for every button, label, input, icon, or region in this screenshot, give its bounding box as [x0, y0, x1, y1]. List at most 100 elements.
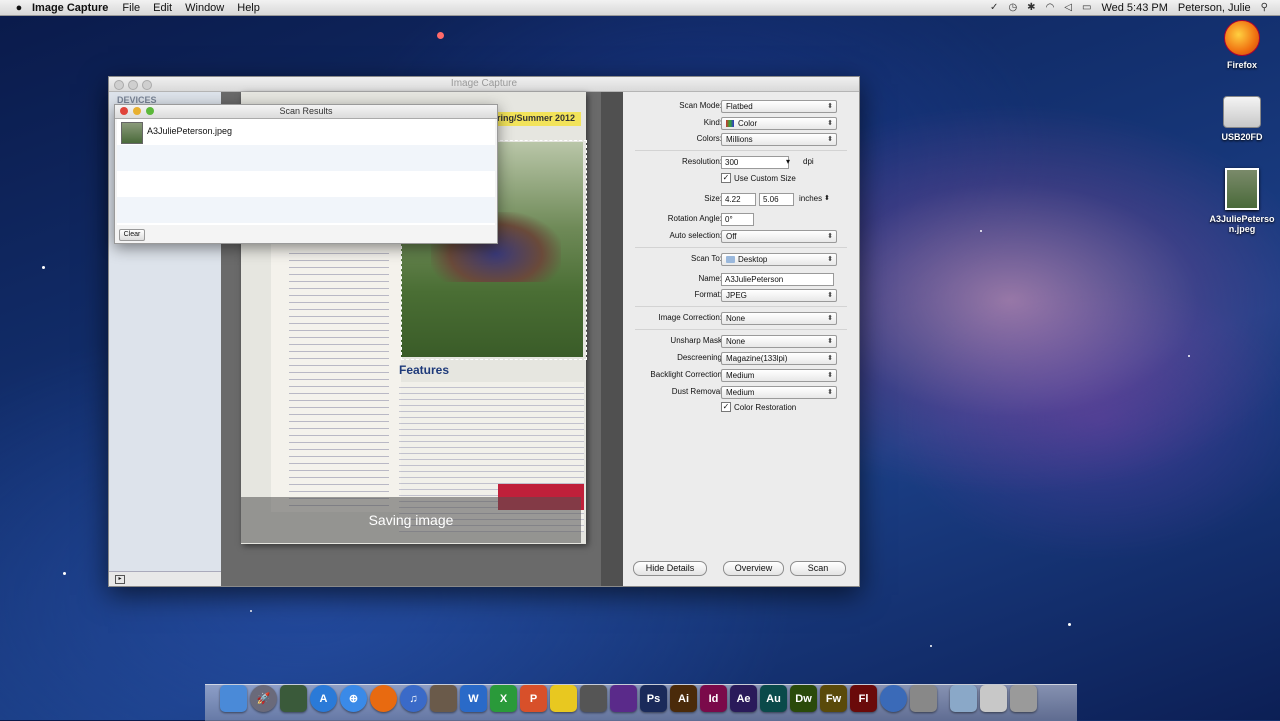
close-button[interactable]	[120, 107, 128, 115]
row-backlight: Backlight Correction Medium	[623, 369, 859, 383]
scan-button[interactable]: Scan	[790, 561, 846, 576]
desktop-icon-firefox[interactable]: Firefox	[1207, 20, 1277, 70]
row-descreening: Descreening Magazine(133lpi)	[623, 352, 859, 366]
size-unit-popup[interactable]: inches	[799, 194, 822, 203]
features-title: Features	[399, 363, 450, 377]
image-correction-popup[interactable]: None	[721, 312, 837, 325]
dock-word-icon[interactable]: W	[460, 685, 487, 712]
spotlight-icon[interactable]: ⚲	[1261, 2, 1268, 13]
unsharp-mask-popup[interactable]: None	[721, 335, 837, 348]
resolution-combo[interactable]: 300	[721, 156, 789, 169]
dock-adium-icon[interactable]	[550, 685, 577, 712]
dock-clapper-icon[interactable]	[580, 685, 607, 712]
row-scan-mode: Scan Mode: Flatbed	[623, 100, 859, 114]
window-titlebar: Image Capture	[109, 77, 859, 92]
dock-launchpad-icon[interactable]: 🚀	[250, 685, 277, 712]
desktop-icon-usb[interactable]: USB20FD	[1207, 96, 1277, 142]
zoom-button[interactable]	[146, 107, 154, 115]
row-custom-size: ✓ Use Custom Size	[623, 173, 859, 187]
scan-results-title: Scan Results	[279, 106, 333, 116]
backlight-correction-popup[interactable]: Medium	[721, 369, 837, 382]
image-file-icon	[1225, 168, 1259, 210]
thumbnail-icon	[121, 122, 143, 144]
row-name: Name: A3JuliePeterson	[623, 273, 859, 287]
share-icon[interactable]: ▸	[115, 575, 125, 584]
row-color-restoration: ✓ Color Restoration	[623, 402, 859, 416]
toc-text	[289, 247, 389, 507]
minimize-button[interactable]	[128, 80, 138, 90]
dock-audition-icon[interactable]: Au	[760, 685, 787, 712]
dock-image-capture-icon[interactable]	[910, 685, 937, 712]
menu-help[interactable]: Help	[237, 2, 260, 14]
time-machine-icon[interactable]: ◷	[1008, 2, 1017, 13]
volume-icon[interactable]: ◁	[1064, 2, 1072, 13]
dock-illustrator-icon[interactable]: Ai	[670, 685, 697, 712]
dock-media-icon[interactable]	[610, 685, 637, 712]
row-resolution: Resolution: 300 ▾ dpi	[681, 156, 814, 169]
dock-trash-icon[interactable]	[1010, 685, 1037, 712]
dock-safari-icon[interactable]: ⊕	[340, 685, 367, 712]
descreening-popup[interactable]: Magazine(133lpi)	[721, 352, 837, 365]
wifi-icon[interactable]: ◠	[1046, 2, 1055, 13]
format-popup[interactable]: JPEG	[721, 289, 837, 302]
apple-icon[interactable]: ●	[12, 2, 26, 14]
settings-panel: Scan Mode: Flatbed Kind: Color Colors: M…	[623, 92, 859, 586]
scan-results-panel: Scan Results A3JuliePeterson.jpeg Clear	[114, 104, 498, 244]
dock-finder-icon[interactable]	[220, 685, 247, 712]
notification-icon[interactable]: ✓	[990, 2, 998, 13]
kind-popup[interactable]: Color	[721, 117, 837, 130]
close-button[interactable]	[114, 80, 124, 90]
user-menu[interactable]: Peterson, Julie	[1178, 2, 1251, 14]
color-restoration-checkbox[interactable]: ✓ Color Restoration	[721, 402, 796, 412]
colors-popup[interactable]: Millions	[721, 133, 837, 146]
zoom-button[interactable]	[142, 80, 152, 90]
dock-powerpoint-icon[interactable]: P	[520, 685, 547, 712]
menu-file[interactable]: File	[122, 2, 140, 14]
hide-details-button[interactable]: Hide Details	[633, 561, 707, 576]
window-title: Image Capture	[450, 78, 518, 89]
scan-results-list: A3JuliePeterson.jpeg	[117, 119, 495, 225]
row-kind: Kind: Color	[623, 117, 859, 131]
dock-flash-icon[interactable]: Fl	[850, 685, 877, 712]
use-custom-size-checkbox[interactable]: ✓ Use Custom Size	[721, 173, 796, 183]
resolution-dropdown-icon[interactable]: ▾	[786, 157, 790, 166]
scan-mode-popup[interactable]: Flatbed	[721, 100, 837, 113]
overview-button[interactable]: Overview	[723, 561, 784, 576]
minimize-button[interactable]	[133, 107, 141, 115]
dock-folder-icon[interactable]	[950, 685, 977, 712]
list-item[interactable]: A3JuliePeterson.jpeg	[117, 119, 495, 145]
sidebar-footer: ▸	[109, 571, 221, 586]
dock-app-store-icon[interactable]: A	[310, 685, 337, 712]
size-height-field[interactable]: 5.06	[759, 193, 794, 206]
dock-after-effects-icon[interactable]: Ae	[730, 685, 757, 712]
bluetooth-icon[interactable]: ✱	[1027, 2, 1035, 13]
dock-indesign-icon[interactable]: Id	[700, 685, 727, 712]
scan-results-titlebar: Scan Results	[115, 105, 497, 119]
scan-to-popup[interactable]: Desktop	[721, 253, 837, 266]
stepper-icon[interactable]: ⬍	[824, 194, 830, 202]
auto-selection-popup[interactable]: Off	[721, 230, 837, 243]
menu-window[interactable]: Window	[185, 2, 224, 14]
dock-dreamweaver-icon[interactable]: Dw	[790, 685, 817, 712]
resolution-unit: dpi	[803, 157, 814, 166]
size-width-field[interactable]: 4.22	[721, 193, 756, 206]
saving-status: Saving image	[241, 497, 581, 543]
dock-network-icon[interactable]	[880, 685, 907, 712]
name-field[interactable]: A3JuliePeterson	[721, 273, 834, 286]
desktop-icon-jpeg[interactable]: A3JuliePeterson.jpeg	[1207, 168, 1277, 234]
menu-app-name[interactable]: Image Capture	[32, 2, 108, 14]
dust-removal-popup[interactable]: Medium	[721, 386, 837, 399]
rotation-angle-field[interactable]: 0°	[721, 213, 754, 226]
dock-iphoto-icon[interactable]	[430, 685, 457, 712]
dock-itunes-icon[interactable]: ♫	[400, 685, 427, 712]
clock[interactable]: Wed 5:43 PM	[1101, 2, 1167, 14]
dock-excel-icon[interactable]: X	[490, 685, 517, 712]
dock-firefox-icon[interactable]	[370, 685, 397, 712]
dock-mission-control-icon[interactable]	[280, 685, 307, 712]
dock-documents-icon[interactable]	[980, 685, 1007, 712]
dock-photoshop-icon[interactable]: Ps	[640, 685, 667, 712]
dock-fireworks-icon[interactable]: Fw	[820, 685, 847, 712]
battery-icon[interactable]: ▭	[1082, 2, 1091, 13]
clear-button[interactable]: Clear	[119, 229, 145, 241]
menu-edit[interactable]: Edit	[153, 2, 172, 14]
